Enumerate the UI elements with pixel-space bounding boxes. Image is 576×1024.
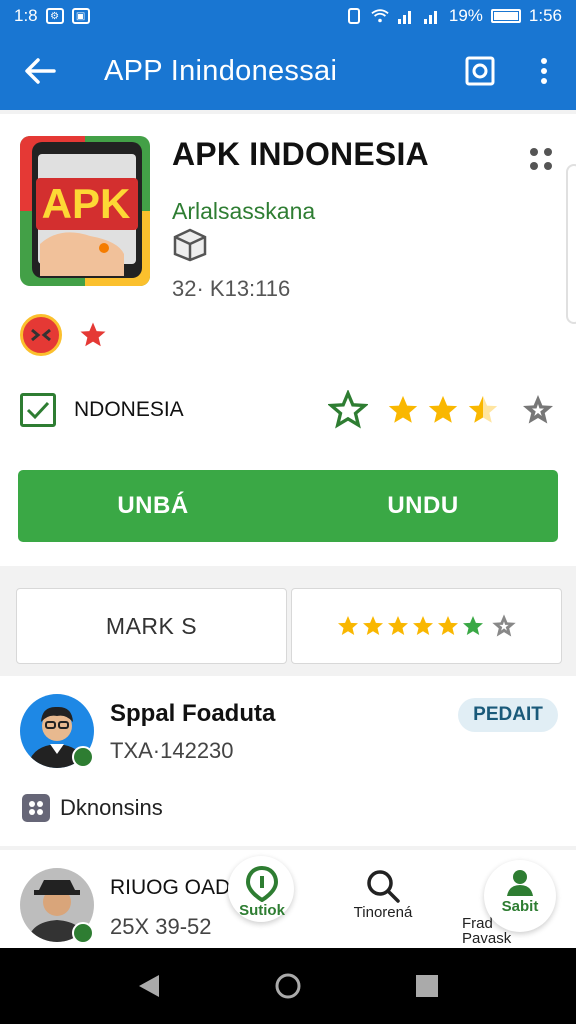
signal-icon-2 [423, 11, 437, 24]
unba-button[interactable]: UNBÁ [18, 470, 288, 542]
content-tabs: MARK S [16, 588, 562, 664]
grid-dots-icon [530, 148, 552, 170]
status-bar: 1:8 ⚙ ▣ 19% 1:56 [0, 0, 576, 32]
rating-stars[interactable] [328, 390, 556, 430]
person-icon [507, 870, 533, 896]
download-button[interactable]: UNDU [288, 470, 558, 542]
edit-pill-button[interactable]: PEDAIT [458, 698, 558, 732]
circle-home-icon [275, 973, 301, 999]
region-label: NDONESIA [74, 398, 184, 421]
reviewer-meta-2: 25X 39-52 [110, 914, 212, 939]
star-filled-icon [337, 616, 358, 635]
bottom-nav-item-4[interactable]: Sabit [486, 868, 554, 915]
star-filled-icon [388, 395, 418, 423]
star-outline-icon [328, 390, 368, 429]
check-icon [26, 401, 50, 420]
status-time-right: 1:56 [528, 6, 562, 25]
verified-badge-icon-2 [72, 922, 94, 944]
overflow-menu-button[interactable] [512, 32, 576, 110]
nav-recents-button[interactable] [407, 966, 447, 1006]
review-card[interactable]: Sppal Foaduta TXA·142230 PEDAIT Dknonsin… [0, 676, 576, 846]
app-bar: APP Inindonessai [0, 32, 576, 110]
more-vert-icon [541, 58, 547, 84]
category-row[interactable]: Dknonsins [22, 794, 163, 822]
review-card-2[interactable]: RIUOG OADIL 25X 39-52 Sutiok Tinorená Fr… [0, 850, 576, 948]
status-time-left: 1:8 [14, 6, 38, 25]
location-pin-icon [245, 866, 279, 902]
app-options-button[interactable] [526, 144, 556, 174]
app-details-card: APK APK INDONESIA Arlalsasskana 32· K13:… [0, 114, 576, 566]
tab-marks[interactable]: MARK S [16, 588, 287, 664]
tab-marks-label: MARK S [105, 612, 198, 639]
reviewer-meta: TXA·142230 [110, 738, 234, 763]
page-title: APP Inindonessai [104, 54, 338, 87]
star-grey-icon [491, 614, 516, 637]
app-size: 32· K13:116 [172, 276, 291, 301]
star-filled-icon [387, 616, 408, 635]
tab-rating-stars [336, 612, 518, 640]
reviewer-name: Sppal Foaduta [110, 700, 276, 727]
star-half-icon [468, 395, 498, 423]
region-checkbox[interactable] [20, 393, 56, 427]
bottom-nav-item-1[interactable]: Sutiok [230, 866, 294, 919]
camera-icon [465, 56, 495, 86]
battery-icon [490, 9, 521, 23]
star-green-icon [462, 616, 483, 635]
star-badge-icon [80, 322, 106, 347]
nav-home-button[interactable] [268, 966, 308, 1006]
bottom-nav-item-3-label-b: Pavask [462, 930, 512, 947]
search-icon [367, 870, 400, 903]
triangle-back-icon [139, 975, 160, 997]
square-recents-icon [415, 975, 438, 997]
screenshot-button[interactable] [448, 32, 512, 110]
star-grey-icon [523, 395, 553, 424]
star-filled-icon [362, 616, 383, 635]
category-label: Dknonsins [60, 795, 163, 820]
download-bar: UNBÁ UNDU [18, 470, 558, 542]
region-row: NDONESIA [20, 388, 556, 432]
side-handle[interactable] [566, 164, 576, 324]
developer-name[interactable]: Arlalsasskana [172, 198, 315, 225]
award-badge-icon [20, 314, 62, 356]
arrow-left-icon [25, 58, 56, 84]
bottom-nav-item-2[interactable]: Tinorená [348, 868, 418, 921]
notification-icon: ⚙ [45, 8, 64, 24]
bottom-nav-item-4-label: Sabit [501, 898, 539, 915]
battery-percent: 19% [448, 6, 483, 25]
app-icon: APK [20, 136, 150, 286]
verified-badge-icon [72, 746, 94, 768]
svg-text:APK: APK [42, 180, 131, 227]
star-filled-icon [437, 616, 458, 635]
star-filled-icon [412, 616, 433, 635]
back-button[interactable] [0, 32, 80, 110]
bottom-nav-item-1-label: Sutiok [239, 902, 285, 919]
star-filled-icon [428, 395, 458, 423]
image-notification-icon: ▣ [71, 8, 90, 24]
tab-rating[interactable] [291, 588, 562, 664]
app-name: APK INDONESIA [172, 136, 429, 172]
category-icon [22, 794, 50, 822]
vibrate-icon [347, 8, 360, 24]
signal-icon [397, 11, 411, 24]
package-icon [173, 228, 207, 262]
system-nav-bar [0, 948, 576, 1024]
bottom-nav-item-2-label: Tinorená [353, 904, 413, 921]
wifi-icon [371, 9, 389, 23]
badge-row [20, 314, 108, 356]
bottom-nav-item-3-label-a: Frad [462, 915, 493, 932]
nav-back-button[interactable] [129, 966, 169, 1006]
